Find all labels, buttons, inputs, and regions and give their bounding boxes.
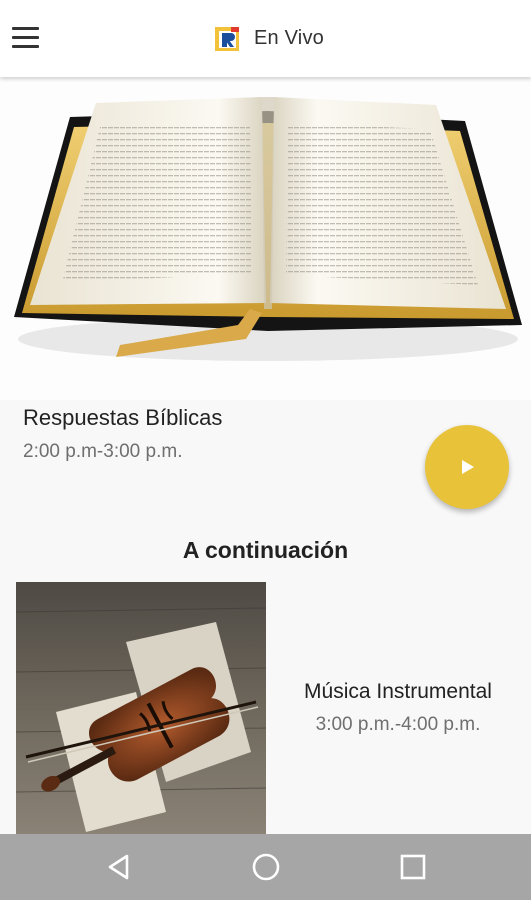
recents-square-icon[interactable] bbox=[397, 851, 429, 883]
up-next-time: 3:00 p.m.-4:00 p.m. bbox=[315, 714, 481, 735]
up-next-heading: A continuación bbox=[182, 537, 349, 563]
app-bar: En Vivo bbox=[0, 0, 531, 77]
violin-image bbox=[16, 582, 266, 834]
play-icon bbox=[462, 460, 474, 474]
now-playing-time: 2:00 p.m-3:00 p.m. bbox=[23, 441, 183, 462]
open-bible-image bbox=[0, 77, 531, 400]
page-title: En Vivo bbox=[254, 26, 324, 49]
now-playing-title: Respuestas Bíblicas bbox=[23, 405, 223, 430]
hamburger-menu-icon[interactable] bbox=[12, 24, 42, 52]
system-navigation-bar bbox=[0, 834, 531, 900]
app-title-group: En Vivo bbox=[214, 22, 324, 54]
home-circle-icon[interactable] bbox=[250, 851, 282, 883]
play-button[interactable] bbox=[425, 425, 509, 509]
up-next-title: Música Instrumental bbox=[304, 680, 492, 703]
back-triangle-icon[interactable] bbox=[103, 851, 135, 883]
radio-logo-icon bbox=[215, 27, 239, 51]
